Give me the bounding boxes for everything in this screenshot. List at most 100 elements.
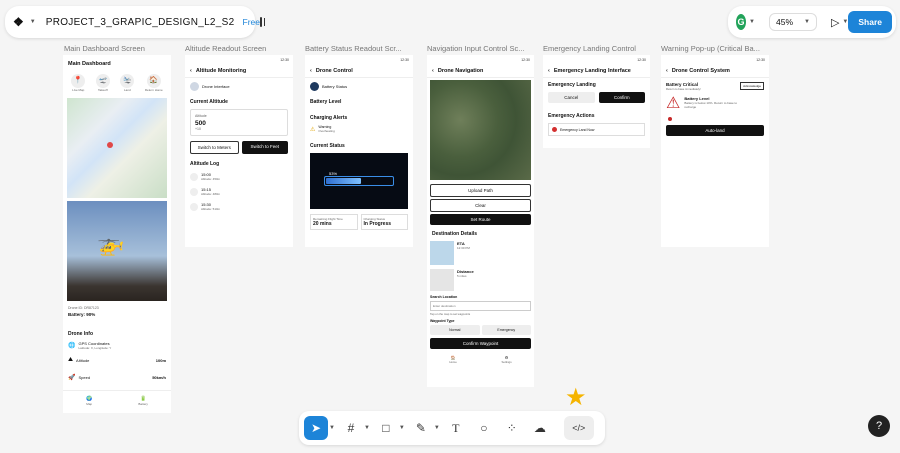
destination-input[interactable] (430, 301, 531, 311)
header: ‹ Drone Navigation (427, 65, 534, 78)
frame-title[interactable]: Navigation Input Control Sc... (427, 44, 537, 53)
live-map[interactable] (67, 98, 167, 198)
frame-title[interactable]: Warning Pop-up (Critical Ba... (661, 44, 771, 53)
move-tool-icon[interactable]: ➤ (304, 416, 328, 440)
quick-action-takeoff[interactable]: 🛫 Takeoff (95, 74, 110, 92)
emergency-land-now-item[interactable]: Emergency Land Now (548, 123, 645, 136)
nav-item-battery[interactable]: 🔋 Battery (138, 396, 148, 406)
back-icon[interactable]: ‹ (432, 68, 434, 74)
quick-action-land[interactable]: 🛬 Land (120, 74, 135, 92)
bottom-tabs: 🏠 Home ⚙ Settings (427, 352, 534, 367)
altitude-value: 100m (155, 358, 166, 363)
file-name[interactable]: PROJECT_3_GRAPIC_DESIGN_L2_S2 (46, 17, 235, 28)
rectangle-tool-icon[interactable]: □ (374, 416, 398, 440)
frame-title[interactable]: Emergency Landing Control (543, 44, 655, 53)
frame-battery[interactable]: 12:30 ‹ Drone Control Battery Status Batt… (305, 55, 413, 247)
battery-bar: 53% (324, 171, 394, 186)
critical-header: Battery Critical Return to base immediate… (661, 78, 769, 91)
waypoint-normal-button[interactable]: Normal (430, 325, 480, 335)
help-button[interactable]: ? (868, 415, 890, 437)
frame-main-dashboard[interactable]: Main Dashboard 📍 Live Map 🛫 Takeoff 🛬 Land … (63, 55, 171, 413)
red-dot-icon (552, 127, 557, 132)
tab-home[interactable]: 🏠 Home (449, 355, 456, 364)
share-button[interactable]: Share (848, 11, 892, 33)
confirm-waypoint-button[interactable]: Confirm Waypoint (430, 338, 531, 349)
map-marker-icon (107, 142, 113, 148)
status-bar: 12:30 (185, 55, 293, 65)
main-menu-button[interactable]: ❖ ▼ (13, 15, 36, 29)
chevron-down-icon[interactable]: ▼ (364, 425, 370, 431)
quick-action-label: Return Home (144, 88, 163, 92)
frame-warning-popup[interactable]: 12:30 ‹ Drone Control System Battery Crit… (661, 55, 769, 247)
quick-action-return-home[interactable]: 🏠 Return Home (145, 74, 163, 92)
star-sticker-icon[interactable]: ★ (565, 383, 587, 412)
frame-title[interactable]: Battery Status Readout Scr... (305, 44, 417, 53)
avatar[interactable]: G (736, 14, 747, 30)
drone-id: Drone ID: DR87123 (68, 306, 99, 310)
speed-icon: 🚀 (68, 375, 76, 381)
status-time: 12:30 (756, 58, 765, 62)
text-tool-icon[interactable]: T (444, 416, 468, 440)
switch-feet-button[interactable]: Switch to Feet (241, 141, 288, 154)
waypoint-emergency-button[interactable]: Emergency (481, 325, 531, 335)
frame-title[interactable]: Main Dashboard Screen (64, 44, 179, 53)
log-altitude: Altitude: 480m (201, 192, 221, 196)
tab-settings[interactable]: ⚙ Settings (502, 355, 512, 364)
log-icon (190, 172, 198, 181)
chevron-down-icon[interactable]: ▼ (329, 425, 335, 431)
eta-value: 12:30 PM (457, 246, 470, 250)
nav-item-map[interactable]: 🌍 Map (86, 396, 92, 406)
battery-warning: ⚠ Battery Level Battery is below 10%. Ret… (661, 91, 769, 117)
back-icon[interactable]: ‹ (548, 68, 550, 74)
frame-emergency-landing[interactable]: 12:30 ‹ Emergency Landing Interface Emerg… (543, 55, 650, 148)
chevron-down-icon[interactable]: ▼ (749, 19, 755, 25)
quick-action-label: Takeoff (97, 88, 108, 92)
frame-title[interactable]: Altitude Readout Screen (185, 44, 297, 53)
frame-navigation[interactable]: 12:30 ‹ Drone Navigation Upload Path Clea… (427, 55, 534, 387)
warning-row: ⚠ Warning Overheating (305, 123, 413, 135)
cancel-button[interactable]: Cancel (548, 92, 595, 103)
plan-badge[interactable]: Free (243, 17, 260, 27)
frame-altitude[interactable]: 12:30 ‹ Altitude Monitoring Drone Interfa… (185, 55, 293, 247)
home-icon: 🏠 (146, 74, 161, 88)
land-icon: 🛬 (120, 74, 135, 88)
altitude-label: Altitude (76, 358, 90, 363)
figma-logo-icon: ❖ (13, 15, 24, 29)
switch-meters-button[interactable]: Switch to Meters (190, 141, 239, 154)
back-icon[interactable]: ‹ (190, 68, 192, 74)
gps-row: 🌐 GPS Coordinates Latitude: X, Longitude:… (63, 339, 171, 352)
pen-tool-icon[interactable]: ✎ (409, 416, 433, 440)
dev-mode-icon[interactable]: </> (563, 416, 594, 440)
status-bar: 12:30 (427, 55, 534, 65)
auto-land-button[interactable]: Auto-land (666, 125, 764, 136)
frame-tool-icon[interactable]: # (339, 416, 363, 440)
quick-action-live-map[interactable]: 📍 Live Map (71, 74, 86, 92)
warning-sub: Overheating (318, 129, 335, 133)
present-icon[interactable]: ▷ (831, 16, 839, 29)
comment-tool-icon[interactable]: ○ (472, 416, 496, 440)
confirm-button[interactable]: Confirm (598, 92, 645, 103)
satellite-map[interactable] (430, 80, 531, 180)
zoom-select[interactable]: 45% ▼ (768, 13, 817, 31)
status-time: 12:30 (521, 58, 530, 62)
back-icon[interactable]: ‹ (310, 68, 312, 74)
components-tool-icon[interactable]: ⁘ (500, 416, 524, 440)
eta-row: ETA 12:30 PM (427, 239, 534, 267)
charging-status-card: Charging Status In Progress (360, 214, 408, 230)
drone-info-title: Drone Info (68, 331, 93, 337)
actions-tool-icon[interactable]: ☁ (528, 416, 552, 440)
battery-level-title: Battery Level (310, 99, 342, 105)
red-dot-icon (668, 117, 672, 121)
acknowledge-button[interactable]: Acknowledge (740, 82, 764, 90)
alert-triangle-icon: ⚠ (666, 95, 681, 112)
chevron-down-icon: ▼ (29, 19, 36, 25)
set-route-button[interactable]: Set Route (430, 214, 531, 225)
status-bar: 12:30 (661, 55, 769, 65)
back-icon[interactable]: ‹ (666, 68, 668, 74)
upload-path-button[interactable]: Upload Path (430, 184, 531, 197)
clear-button[interactable]: Clear (430, 199, 531, 212)
toggle-sidebar-icon[interactable] (259, 17, 265, 27)
chevron-down-icon[interactable]: ▼ (399, 425, 405, 431)
chevron-down-icon[interactable]: ▼ (434, 425, 440, 431)
battery-readout: Battery: 90% (68, 312, 96, 317)
